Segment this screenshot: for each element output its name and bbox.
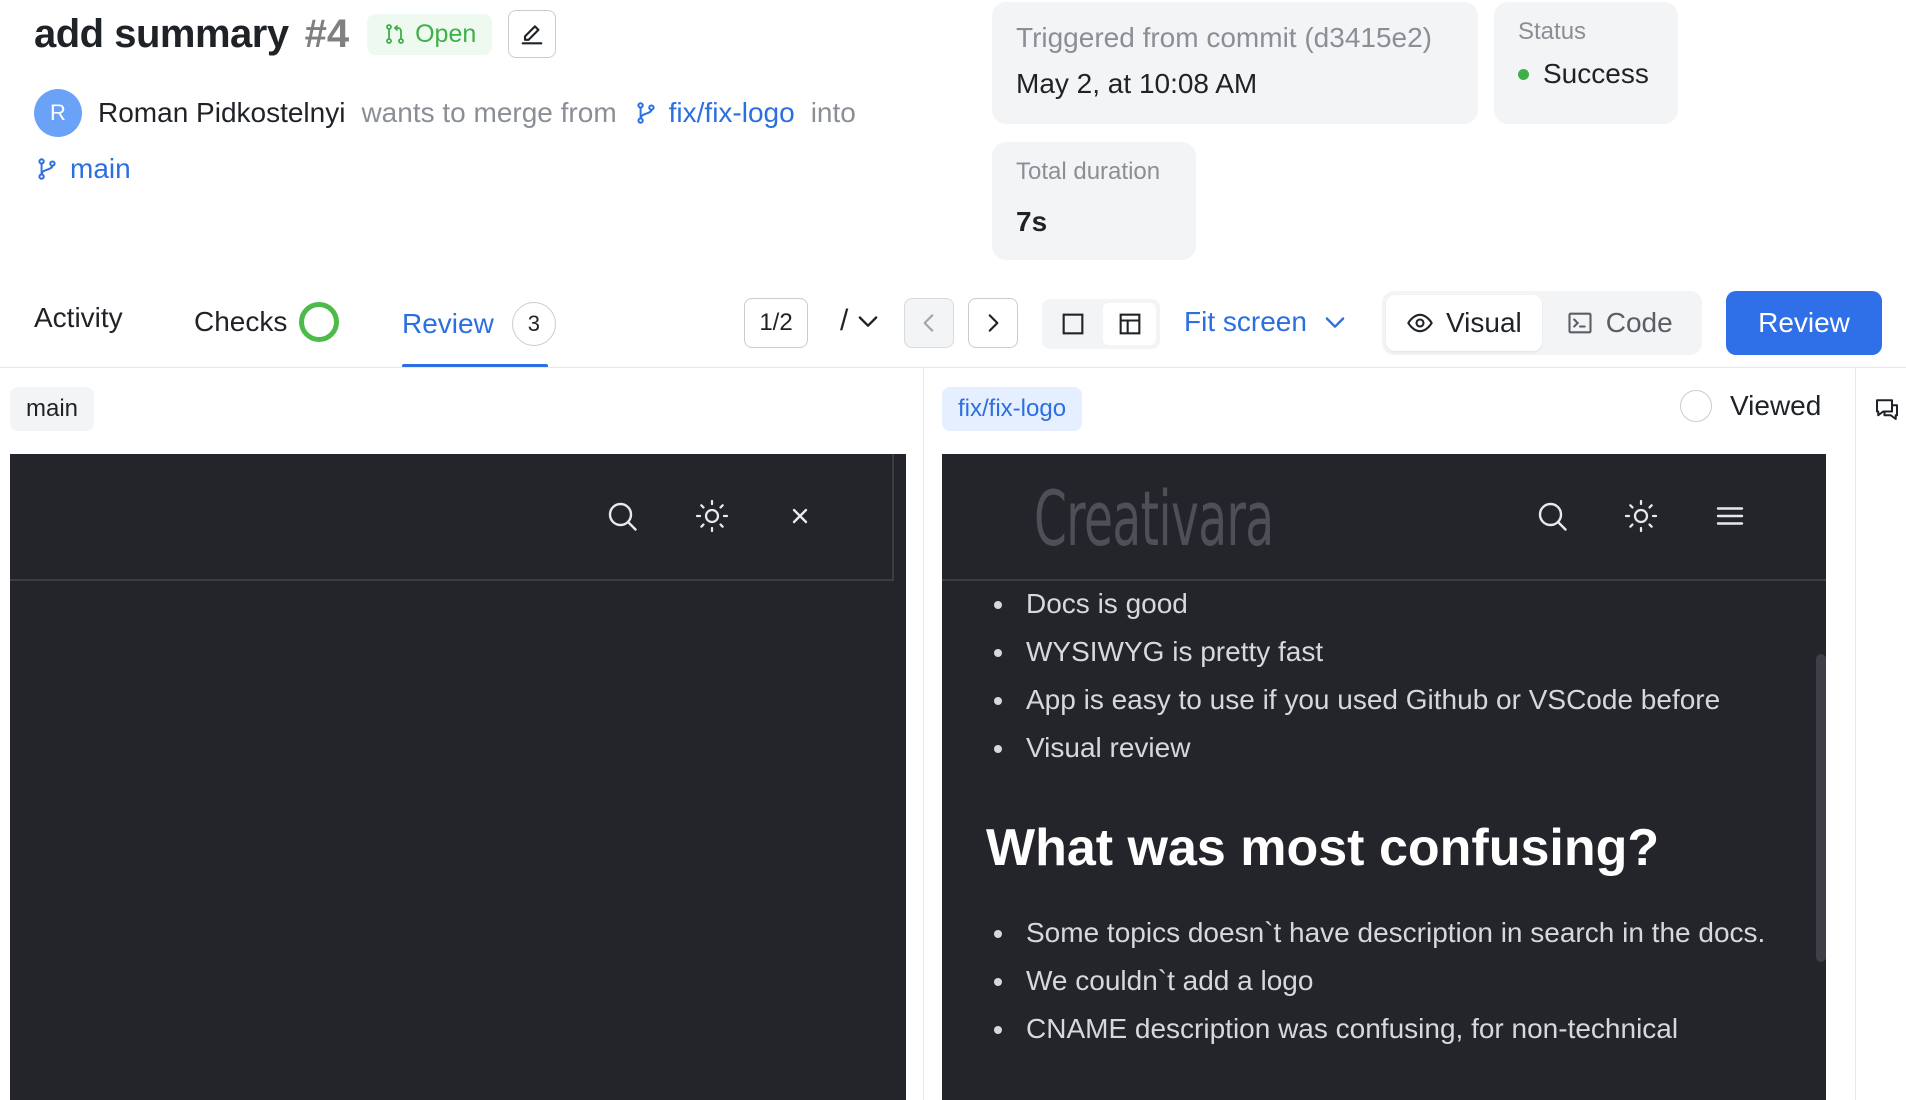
confusing-list: Some topics doesn`t have description in …: [986, 911, 1776, 1051]
branch-icon: [38, 158, 56, 180]
viewed-toggle[interactable]: Viewed: [1680, 390, 1821, 422]
single-layout-button[interactable]: [1046, 303, 1099, 345]
source-branch-label: fix/fix-logo: [668, 97, 795, 128]
tab-checks[interactable]: Checks: [194, 302, 340, 342]
right-preview[interactable]: Docs is good WYSIWYG is pretty fast App …: [942, 454, 1826, 1100]
commit-label[interactable]: Triggered from commit (d3415e2): [1016, 22, 1454, 54]
page-indicator[interactable]: 1/2: [744, 298, 808, 348]
sidebar-divider: [1855, 368, 1856, 1100]
tab-review[interactable]: Review 3: [402, 302, 556, 346]
list-item: We couldn`t add a logo: [986, 959, 1776, 1003]
preview-scrollbar[interactable]: [1816, 654, 1826, 962]
code-label: Code: [1605, 307, 1673, 338]
sun-icon[interactable]: [1623, 498, 1659, 534]
status-text: Success: [1543, 58, 1649, 89]
chevron-down-icon: [859, 316, 878, 327]
target-branch-label: main: [70, 153, 131, 184]
review-button[interactable]: Review: [1726, 291, 1882, 355]
preview-content: Docs is good WYSIWYG is pretty fast App …: [986, 582, 1776, 1055]
preview-navbar: [10, 454, 894, 581]
avatar[interactable]: R: [34, 89, 82, 137]
previous-button[interactable]: [904, 298, 954, 348]
pull-request-icon: [386, 24, 405, 44]
list-item: WYSIWYG is pretty fast: [986, 630, 1776, 674]
visual-label: Visual: [1446, 307, 1522, 338]
comments-icon[interactable]: [1872, 394, 1902, 424]
eye-icon: [1407, 313, 1433, 333]
review-count-badge: 3: [511, 302, 556, 346]
branch-icon: [637, 102, 655, 124]
duration-label: Total duration: [1016, 158, 1161, 185]
list-item: CNAME description was confusing, for non…: [986, 1007, 1776, 1051]
hamburger-menu-icon[interactable]: [1712, 498, 1748, 534]
panel-divider: [923, 368, 924, 1100]
edit-title-button[interactable]: [508, 10, 557, 58]
next-button[interactable]: [968, 298, 1018, 348]
status-card: Status Success: [1494, 2, 1678, 124]
terminal-icon: [1568, 312, 1592, 334]
fit-screen-dropdown[interactable]: Fit screen: [1184, 306, 1349, 338]
close-icon[interactable]: [782, 498, 818, 534]
page-slash: /: [840, 304, 849, 337]
page-title: add summary: [34, 11, 289, 56]
preview-navbar: Creativara: [942, 454, 1826, 581]
code-view-button[interactable]: Code: [1546, 295, 1693, 351]
status-badge-label: Open: [415, 19, 477, 48]
into-text: into: [810, 97, 856, 128]
chevron-down-icon: [1325, 317, 1345, 328]
tabs-divider: [0, 367, 1906, 368]
source-branch-link[interactable]: fix/fix-logo: [633, 97, 795, 129]
commit-card: Triggered from commit (d3415e2) May 2, a…: [992, 2, 1478, 124]
merge-text: wants to merge from: [361, 97, 617, 128]
search-icon[interactable]: [1534, 498, 1570, 534]
view-mode-toggle: Visual Code: [1382, 291, 1702, 355]
pencil-icon: [521, 25, 543, 45]
page-select-dropdown[interactable]: /: [840, 304, 882, 338]
fit-screen-label: Fit screen: [1184, 306, 1307, 337]
square-icon: [1062, 313, 1083, 335]
sun-icon[interactable]: [694, 498, 730, 534]
checks-status-icon: [299, 302, 340, 342]
split-layout-button[interactable]: [1103, 303, 1156, 345]
tab-activity-label: Activity: [34, 302, 123, 333]
success-dot-icon: [1518, 68, 1529, 80]
list-item: Visual review: [986, 726, 1776, 770]
author-name[interactable]: Roman Pidkostelnyi: [98, 97, 345, 129]
section-heading: What was most confusing?: [986, 819, 1660, 877]
status-label: Status: [1518, 18, 1587, 45]
tab-review-label: Review: [402, 308, 494, 339]
search-icon[interactable]: [604, 498, 640, 534]
layout-split-icon: [1119, 313, 1140, 335]
visual-view-button[interactable]: Visual: [1386, 295, 1542, 351]
duration-value: 7s: [1016, 206, 1048, 237]
status-badge: Open: [367, 13, 493, 55]
list-item: Docs is good: [986, 582, 1776, 626]
site-logo[interactable]: Creativara: [1034, 474, 1274, 563]
layout-toggle: [1042, 299, 1160, 349]
duration-card: Total duration 7s: [992, 142, 1196, 260]
chevron-right-icon: [988, 314, 999, 332]
pr-title-row: add summary #4 Open: [34, 10, 557, 58]
right-branch-chip: fix/fix-logo: [942, 387, 1083, 431]
tab-checks-label: Checks: [194, 306, 288, 337]
viewed-checkbox[interactable]: [1680, 390, 1712, 422]
status-value: Success: [1518, 58, 1654, 90]
left-branch-chip: main: [10, 387, 95, 431]
left-preview[interactable]: [10, 454, 906, 1100]
pr-number: #4: [304, 11, 350, 56]
list-item: App is easy to use if you used Github or…: [986, 678, 1776, 722]
positive-list: Docs is good WYSIWYG is pretty fast App …: [986, 582, 1776, 770]
chevron-left-icon: [923, 314, 934, 332]
merge-info: R Roman Pidkostelnyi wants to merge from…: [34, 89, 856, 137]
target-branch-link[interactable]: main: [34, 153, 131, 185]
list-item: Some topics doesn`t have description in …: [986, 911, 1776, 955]
tab-activity[interactable]: Activity: [34, 302, 123, 334]
commit-time: May 2, at 10:08 AM: [1016, 68, 1258, 99]
viewed-label: Viewed: [1730, 390, 1822, 421]
